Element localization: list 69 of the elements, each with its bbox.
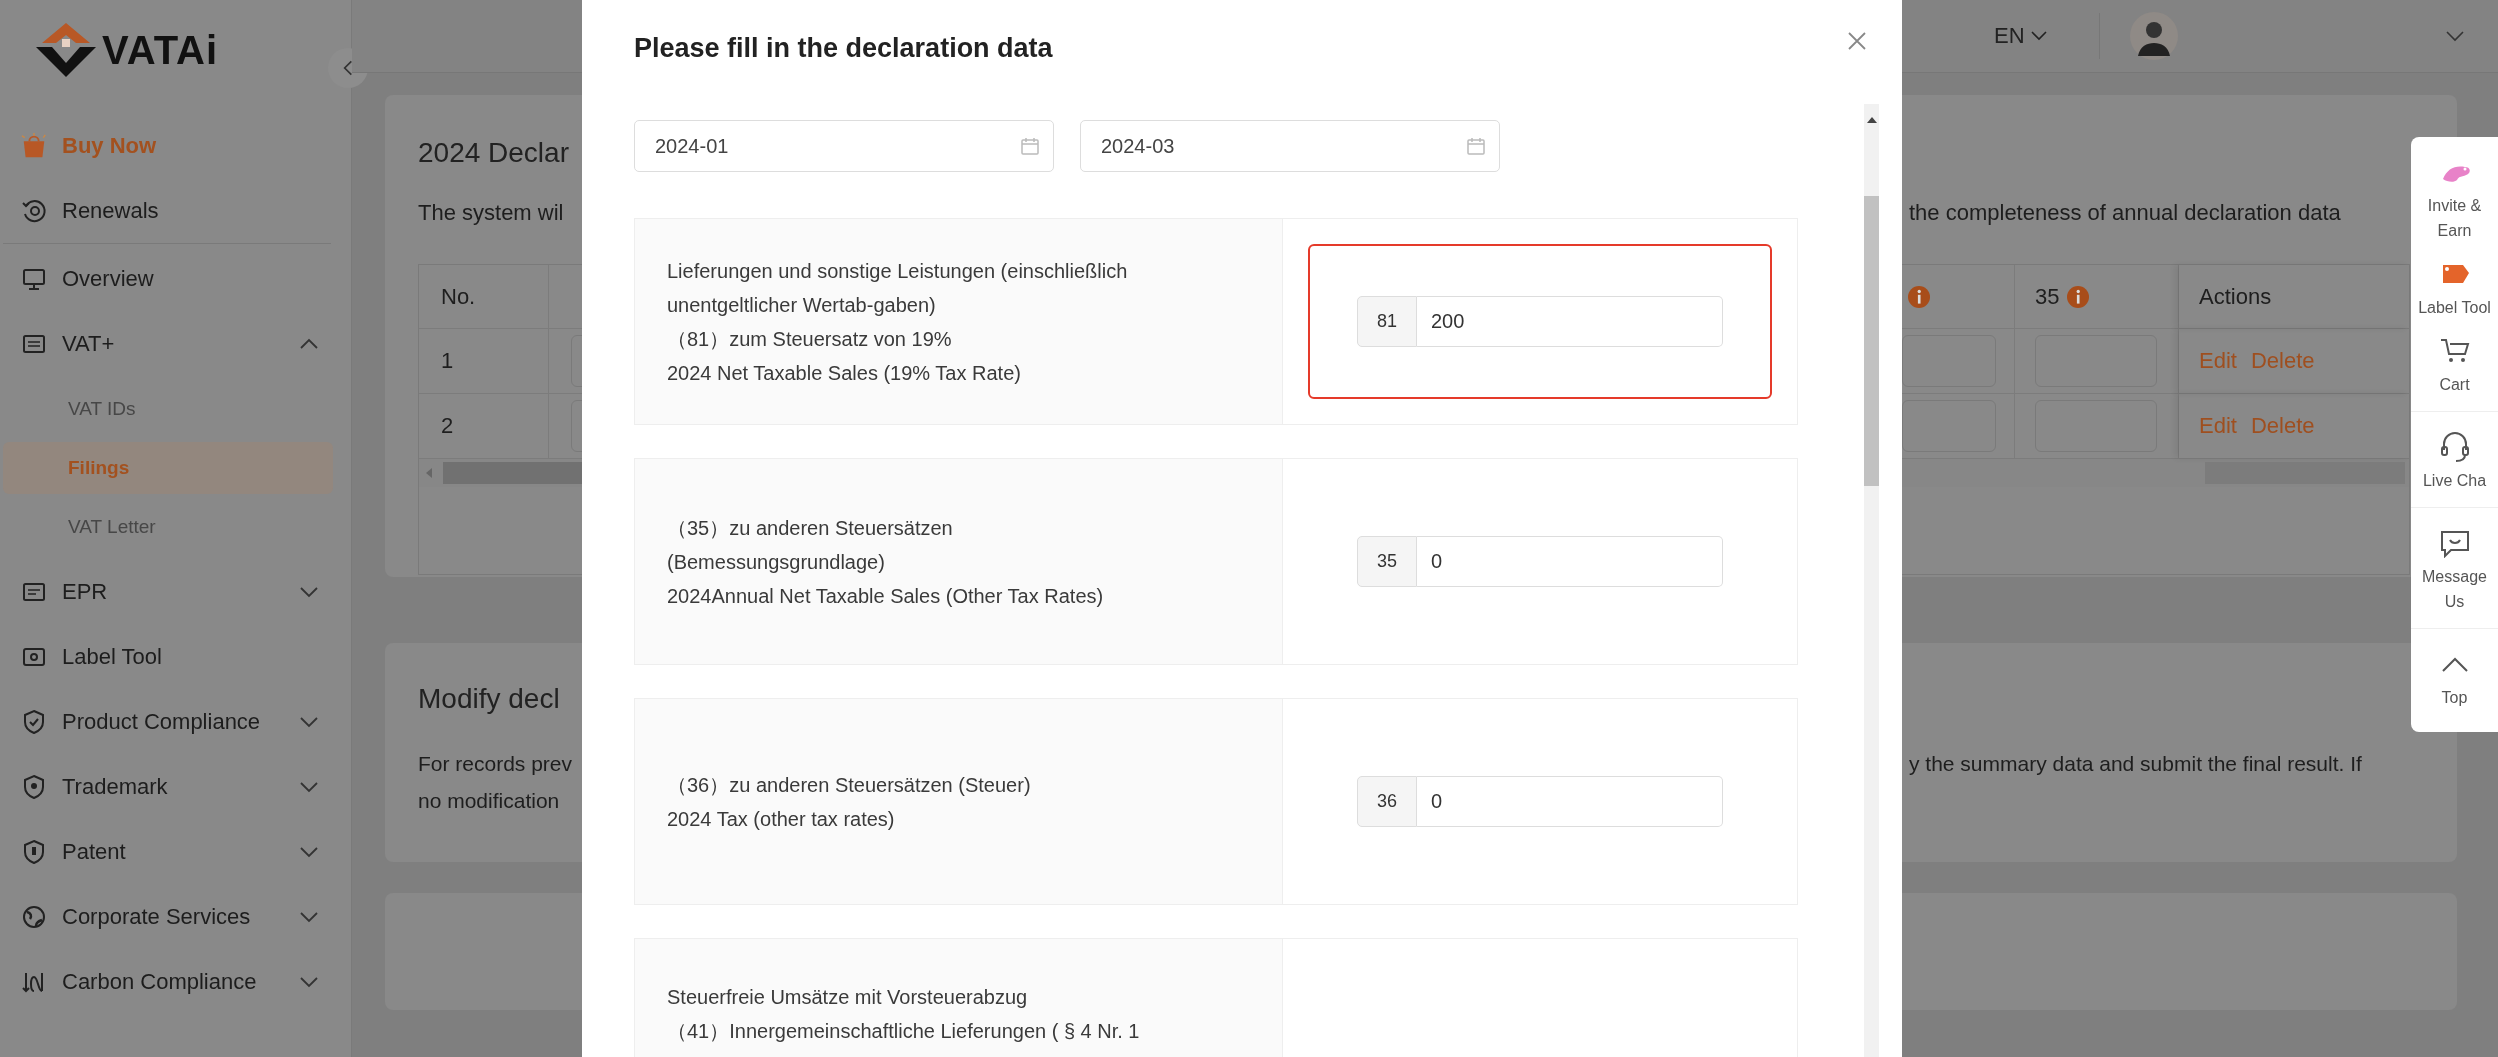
date-field[interactable]: 2024-01 [634, 120, 1054, 172]
logo-text: VATAi [102, 27, 219, 73]
number-field[interactable]: 0 [1417, 536, 1723, 587]
table-input[interactable] [1902, 335, 1996, 387]
toolbar-item[interactable]: Invite & Earn [2411, 155, 2498, 257]
sidebar-item[interactable]: Product Compliance [0, 689, 351, 754]
sidebar-item[interactable]: Renewals [0, 178, 351, 243]
submenu-item[interactable]: VAT Letter [3, 501, 333, 553]
field-description: （81）zum Steuersatz von 19% [667, 326, 953, 352]
euro-refresh-icon [20, 197, 48, 224]
section-description: y the summary data and submit the final result. If [1909, 751, 2363, 777]
chevron-down-icon[interactable] [2445, 30, 2465, 42]
field-description: （36）zu anderen Steuersätzen (Steuer) [667, 772, 1032, 798]
column-header: 35 [2035, 283, 2060, 310]
sidebar-item[interactable]: VAT+ [0, 311, 351, 376]
field-description: Lieferungen und sonstige Leistungen (einschließlich [667, 258, 1129, 284]
info-icon[interactable] [1908, 285, 1930, 308]
chevron-down-icon [2030, 31, 2047, 41]
number-field[interactable]: 200 [1417, 296, 1723, 347]
field-prefix: 81 [1357, 296, 1417, 347]
submenu-item[interactable]: VAT IDs [3, 383, 333, 435]
field-description: unentgeltlicher Wertab-gaben) [667, 292, 937, 318]
section-description: no modification [418, 788, 561, 814]
sidebar-item[interactable]: Corporate Services [0, 884, 351, 949]
number-field[interactable]: 0 [1417, 776, 1723, 827]
info-icon[interactable] [2067, 285, 2090, 308]
field-prefix: 35 [1357, 536, 1417, 587]
field-description: 2024Annual Net Taxable Sales (Other Tax Rates) [667, 583, 1105, 609]
toolbar-item[interactable]: Cart [2411, 334, 2498, 412]
field-description: 2024 Tax (other tax rates) [667, 806, 896, 832]
scroll-up-icon[interactable] [1866, 116, 1877, 124]
section-description: the completeness of annual declaration data [1909, 199, 2341, 227]
column-header: Actions [2199, 283, 2272, 310]
table-cell: 1 [419, 329, 549, 393]
field-description: Steuerfreie Umsätze mit Vorsteuerabzug [667, 985, 1029, 1010]
field-prefix: 36 [1357, 776, 1417, 827]
menu-icon [20, 903, 48, 930]
sidebar-item[interactable]: Trademark [0, 754, 351, 819]
sidebar-item[interactable]: EPR [0, 559, 351, 624]
column-header: No. [419, 265, 549, 328]
logo-icon [34, 21, 98, 79]
sidebar-item[interactable]: Carbon Compliance [0, 949, 351, 1014]
avatar-icon[interactable] [2129, 12, 2178, 60]
section-title: Modify decl [418, 682, 561, 716]
language-selector[interactable]: EN [1994, 23, 2047, 49]
field-description: 2024 Net Taxable Sales (19% Tax Rate) [667, 360, 1022, 386]
vertical-scrollbar[interactable] [1864, 104, 1879, 1057]
field-description: (Bemessungsgrundlage) [667, 549, 886, 575]
calendar-icon [1466, 136, 1486, 156]
toolbar-item[interactable]: Label Tool [2411, 257, 2498, 334]
table-cell: 2 [419, 394, 549, 458]
sidebar-item[interactable]: Patent [0, 819, 351, 884]
sidebar-item[interactable]: Label Tool [0, 624, 351, 689]
chevron-left-icon [343, 59, 353, 77]
section-description: For records prev [418, 751, 574, 777]
table-input[interactable] [1902, 400, 1996, 452]
field-description: （35）zu anderen Steuersätzen [667, 515, 954, 541]
modal-title: Please fill in the declaration data [634, 32, 1053, 64]
close-icon[interactable] [1847, 31, 1867, 51]
toolbar-item[interactable]: Top [2411, 647, 2498, 724]
section-title: 2024 Declar [418, 136, 570, 170]
sidebar-item[interactable]: Overview [0, 246, 351, 311]
toolbar-item[interactable]: Message Us [2411, 526, 2498, 629]
date-field[interactable]: 2024-03 [1080, 120, 1500, 172]
scroll-left-icon[interactable] [425, 468, 433, 478]
section-description: The system wil [418, 199, 564, 227]
field-description: （41）Innergemeinschaftliche Lieferungen ( § 4 Nr. 1 [667, 1019, 1141, 1044]
toolbar-item[interactable]: Live Cha [2411, 430, 2498, 508]
calendar-icon [1020, 136, 1040, 156]
